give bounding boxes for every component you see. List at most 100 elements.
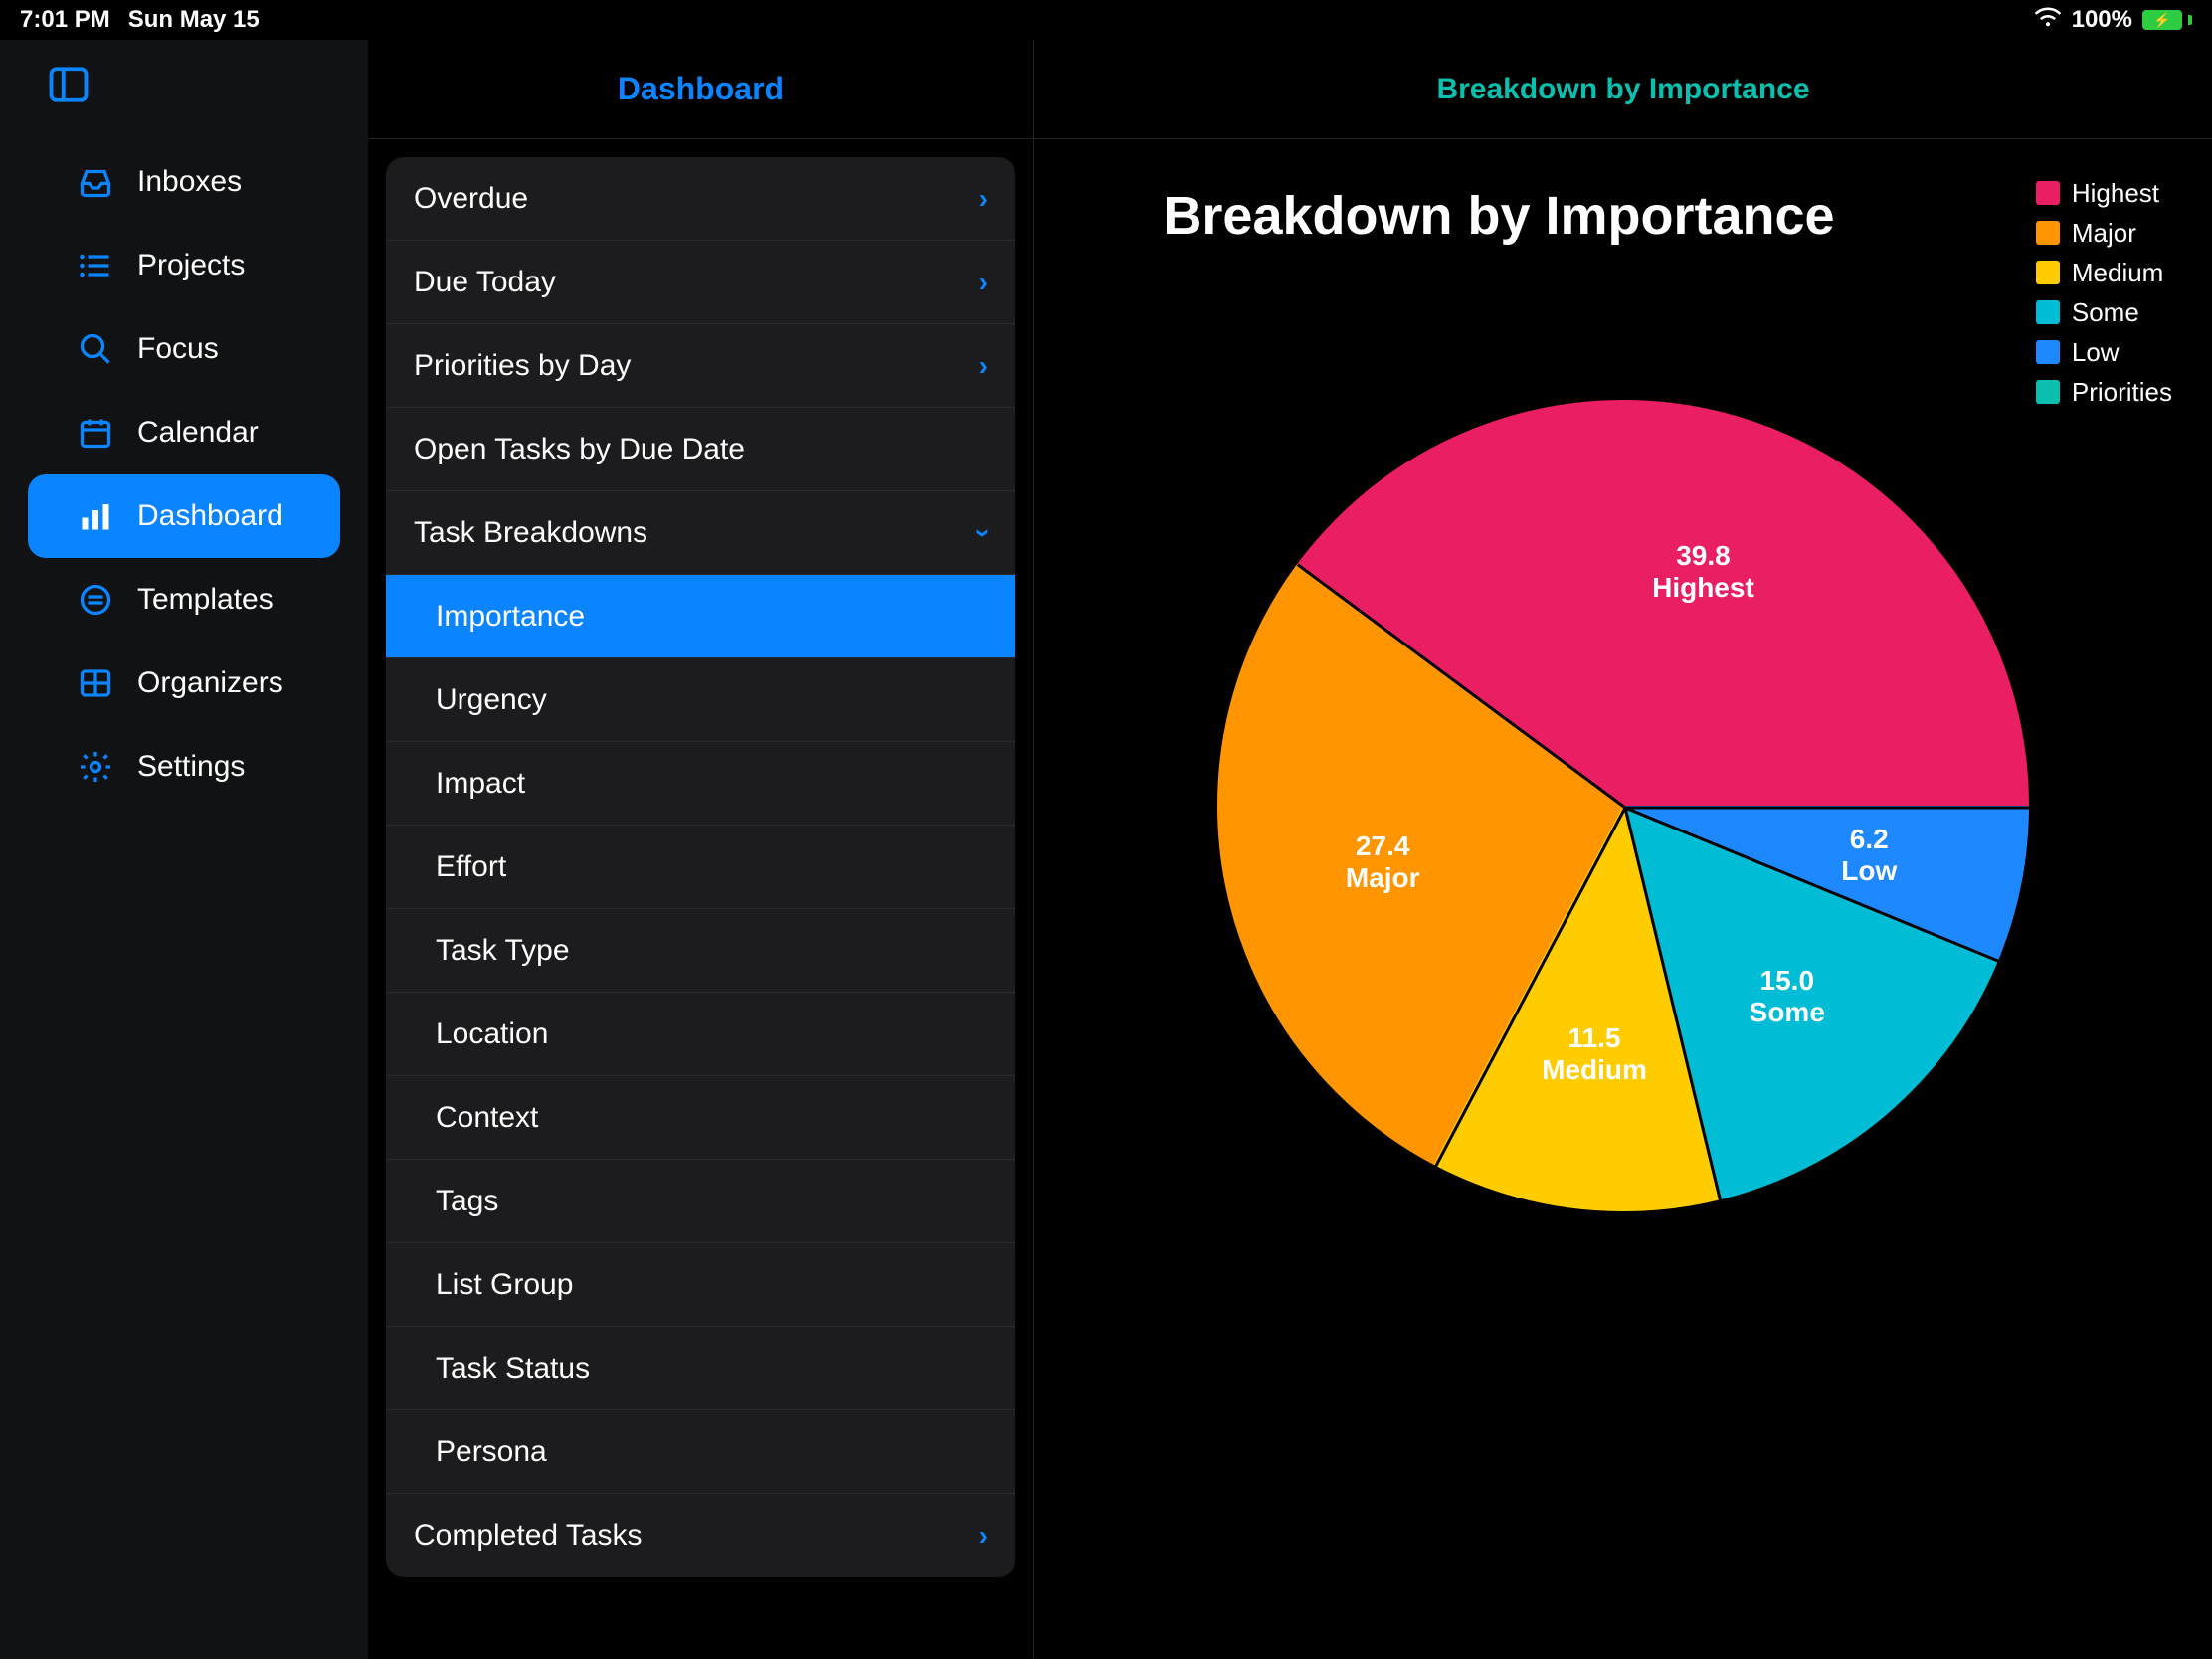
chevron-right-icon: › [979, 183, 988, 215]
subrow-list-group[interactable]: List Group [386, 1243, 1015, 1327]
subrow-label: Context [436, 1101, 538, 1135]
subrow-label: Urgency [436, 683, 547, 717]
status-left: 7:01 PM Sun May 15 [20, 6, 260, 34]
row-label: Due Today [414, 266, 556, 299]
bar-chart-icon [76, 498, 115, 534]
legend-swatch [2036, 221, 2060, 245]
pie-slice-label: 15.0Some [1750, 965, 1825, 1028]
pie-slice-label: 11.5Medium [1542, 1022, 1647, 1086]
pie-chart: 6.2Low 15.0Some 11.5Medium 27.4Major 39.8Hig… [1215, 398, 2031, 1213]
subrow-label: Impact [436, 767, 525, 801]
subrow-label: Persona [436, 1435, 547, 1469]
pie-slice-label: 27.4Major [1346, 830, 1420, 894]
battery-percent: 100% [2072, 6, 2132, 34]
row-completed-tasks[interactable]: Completed Tasks › [386, 1494, 1015, 1577]
row-label: Task Breakdowns [414, 516, 647, 550]
legend-item: Major [2036, 213, 2172, 253]
legend-label: Major [2072, 213, 2136, 253]
subrow-persona[interactable]: Persona [386, 1410, 1015, 1494]
sidebar-item-templates[interactable]: Templates [28, 558, 340, 642]
sidebar: Inboxes Projects Focus Calendar Dashboar… [0, 40, 368, 1659]
dashboard-panel: Dashboard Overdue › Due Today › Priorities… [368, 40, 1034, 1659]
sidebar-item-inboxes[interactable]: Inboxes [28, 140, 340, 224]
subrow-impact[interactable]: Impact [386, 742, 1015, 826]
subrow-location[interactable]: Location [386, 993, 1015, 1076]
detail-pane: Breakdown by Importance Breakdown by Imp… [1034, 40, 2212, 1659]
sidebar-item-label: Inboxes [137, 165, 242, 199]
subrow-label: Importance [436, 600, 585, 634]
subrow-task-status[interactable]: Task Status [386, 1327, 1015, 1410]
row-label: Open Tasks by Due Date [414, 433, 745, 466]
legend-swatch [2036, 181, 2060, 205]
wifi-icon [2034, 6, 2062, 35]
legend-item: Low [2036, 332, 2172, 372]
sidebar-toggle-icon[interactable] [0, 64, 368, 140]
battery-icon: ⚡ [2142, 10, 2192, 30]
detail-header: Breakdown by Importance [1034, 40, 2212, 139]
legend-item: Priorities [2036, 372, 2172, 412]
subrow-tags[interactable]: Tags [386, 1160, 1015, 1243]
row-task-breakdowns[interactable]: Task Breakdowns › [386, 491, 1015, 575]
pie-slice-label: 39.8Highest [1652, 540, 1754, 604]
sidebar-item-label: Dashboard [137, 499, 283, 533]
legend-item: Some [2036, 292, 2172, 332]
chevron-right-icon: › [979, 350, 988, 382]
sidebar-item-projects[interactable]: Projects [28, 224, 340, 307]
subrow-label: Task Status [436, 1352, 590, 1385]
subrow-task-type[interactable]: Task Type [386, 909, 1015, 993]
sidebar-item-label: Templates [137, 583, 274, 617]
legend-label: Some [2072, 292, 2139, 332]
sidebar-item-organizers[interactable]: Organizers [28, 642, 340, 725]
row-label: Completed Tasks [414, 1519, 643, 1553]
sidebar-item-label: Settings [137, 750, 245, 784]
sidebar-item-label: Focus [137, 332, 219, 366]
legend-item: Medium [2036, 253, 2172, 292]
status-time: 7:01 PM [20, 6, 110, 34]
list-icon [76, 248, 115, 283]
subrow-effort[interactable]: Effort [386, 826, 1015, 909]
subrow-label: Effort [436, 850, 506, 884]
pie-slice-label: 6.2Low [1841, 824, 1897, 887]
sidebar-item-label: Calendar [137, 416, 259, 450]
calendar-icon [76, 415, 115, 451]
sidebar-item-calendar[interactable]: Calendar [28, 391, 340, 474]
inbox-icon [76, 164, 115, 200]
sidebar-item-settings[interactable]: Settings [28, 725, 340, 809]
legend-label: Low [2072, 332, 2120, 372]
chevron-down-icon: › [967, 528, 999, 537]
row-priorities-by-day[interactable]: Priorities by Day › [386, 324, 1015, 408]
row-open-tasks[interactable]: Open Tasks by Due Date [386, 408, 1015, 491]
chart-area: Breakdown by Importance HighestMajorMedi… [1034, 139, 2212, 1659]
subrow-importance[interactable]: Importance [386, 575, 1015, 658]
subrow-urgency[interactable]: Urgency [386, 658, 1015, 742]
subrow-label: List Group [436, 1268, 573, 1302]
row-overdue[interactable]: Overdue › [386, 157, 1015, 241]
status-date: Sun May 15 [128, 6, 260, 34]
chart-title: Breakdown by Importance [1034, 185, 1963, 247]
gear-icon [76, 749, 115, 785]
legend-swatch [2036, 340, 2060, 364]
grid-icon [76, 665, 115, 701]
subrow-label: Task Type [436, 934, 570, 968]
templates-icon [76, 582, 115, 618]
sidebar-item-dashboard[interactable]: Dashboard [28, 474, 340, 558]
panel-title: Dashboard [368, 40, 1033, 139]
row-label: Priorities by Day [414, 349, 631, 383]
legend-swatch [2036, 261, 2060, 284]
legend-label: Medium [2072, 253, 2163, 292]
sidebar-item-focus[interactable]: Focus [28, 307, 340, 391]
legend-swatch [2036, 380, 2060, 404]
subrow-context[interactable]: Context [386, 1076, 1015, 1160]
row-label: Overdue [414, 182, 528, 216]
sidebar-item-label: Organizers [137, 666, 283, 700]
subrow-label: Location [436, 1017, 548, 1051]
row-due-today[interactable]: Due Today › [386, 241, 1015, 324]
chevron-right-icon: › [979, 267, 988, 298]
legend-swatch [2036, 300, 2060, 324]
status-bar: 7:01 PM Sun May 15 100% ⚡ [0, 0, 2212, 40]
chart-legend: HighestMajorMediumSomeLowPriorities [2036, 173, 2172, 412]
status-right: 100% ⚡ [2034, 6, 2192, 35]
chevron-right-icon: › [979, 1520, 988, 1552]
search-icon [76, 331, 115, 367]
subrow-label: Tags [436, 1185, 498, 1218]
